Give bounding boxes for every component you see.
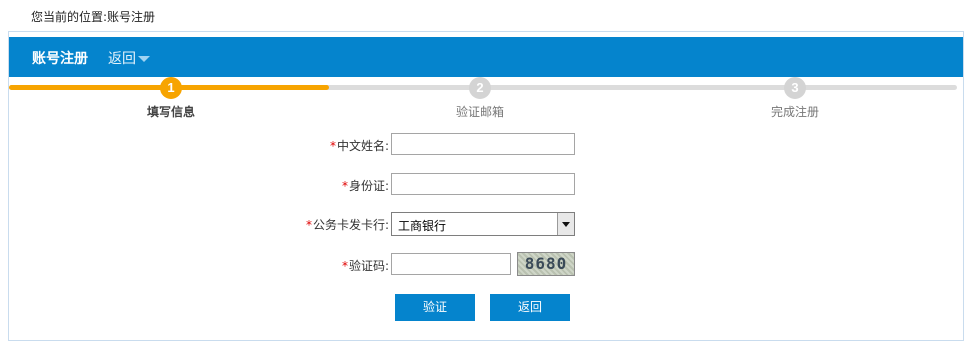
header-back-link[interactable]: 返回 (108, 48, 150, 68)
name-row: *中文姓名: (9, 133, 389, 157)
breadcrumb: 您当前的位置:账号注册 (31, 10, 156, 24)
id-row: *身份证: (9, 173, 389, 197)
page-title: 账号注册 (32, 51, 88, 67)
chevron-down-icon[interactable] (557, 213, 574, 235)
name-label-text: 中文姓名: (336, 139, 389, 153)
step-1-label: 填写信息 (146, 105, 195, 119)
back-arrow-icon (138, 56, 150, 62)
step-2-label: 验证邮箱 (455, 105, 504, 119)
captcha-label-text: 验证码: (348, 259, 389, 273)
header-back-label: 返回 (108, 51, 136, 67)
bank-label-text: 公务卡发卡行: (312, 218, 389, 232)
name-label: *中文姓名: (330, 137, 389, 154)
bank-label: *公务卡发卡行: (306, 216, 389, 233)
bank-select[interactable]: 工商银行 (391, 212, 575, 236)
registration-panel: 账号注册 返回 1 2 3 填写信息 验证邮箱 完成注册 *中文姓名: *身份证… (8, 31, 964, 341)
bank-row: *公务卡发卡行: (9, 212, 389, 236)
id-label: *身份证: (342, 177, 389, 194)
required-mark: * (341, 259, 348, 273)
required-mark: * (329, 139, 336, 153)
required-mark: * (305, 218, 312, 232)
required-mark: * (341, 179, 348, 193)
captcha-input[interactable] (391, 253, 511, 275)
chinese-name-input[interactable] (391, 133, 575, 155)
verify-button[interactable]: 验证 (395, 294, 475, 321)
id-card-input[interactable] (391, 173, 575, 195)
id-label-text: 身份证: (348, 179, 389, 193)
back-button[interactable]: 返回 (490, 294, 570, 321)
step-1-marker: 1 (160, 77, 182, 99)
captcha-row: *验证码: (9, 253, 389, 277)
step-3-label: 完成注册 (770, 105, 819, 119)
bank-select-value: 工商银行 (398, 219, 447, 233)
step-2-marker: 2 (469, 77, 491, 99)
panel-header: 账号注册 返回 (9, 37, 963, 77)
captcha-label: *验证码: (342, 257, 389, 274)
step-3-marker: 3 (784, 77, 806, 99)
captcha-image[interactable]: 8680 (517, 252, 575, 276)
